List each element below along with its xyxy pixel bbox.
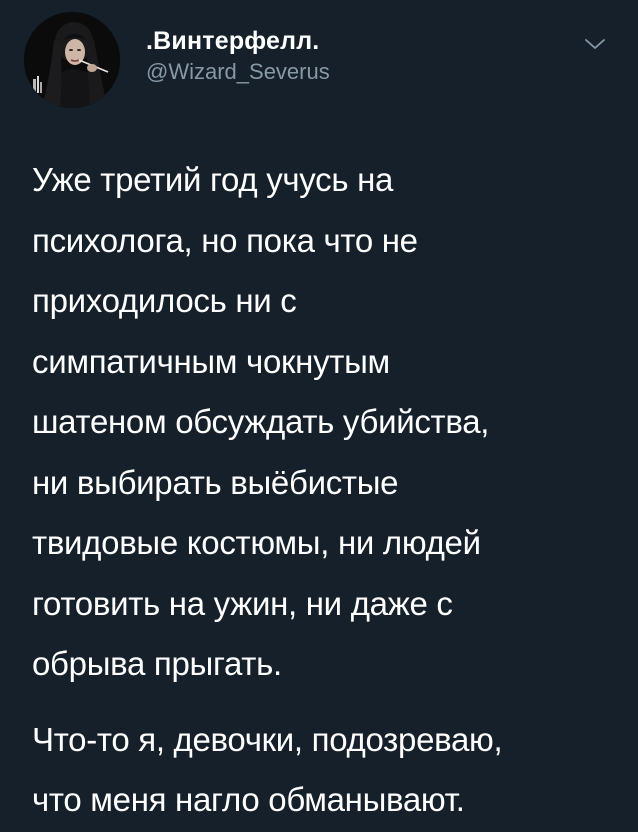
tweet-line: твидовые костюмы, ни людей [32, 524, 481, 561]
tweet-line: что меня нагло обманывают. [32, 781, 465, 818]
tweet-line: психолога, но пока что не [32, 221, 418, 259]
tweet-line: обрыва прыгать. [32, 645, 282, 682]
tweet-line: ни выбирать выёбистые [32, 463, 399, 501]
tweet-text: Уже третий год учусь на психолога, но по… [32, 150, 622, 831]
author-info: .Винтерфелл. @Wizard_Severus [146, 26, 330, 86]
tweet-line: Что-то я, девочки, подозреваю, [32, 720, 503, 758]
tweet-paragraph-2: Что-то я, девочки, подозреваю, что меня … [32, 710, 622, 831]
avatar[interactable] [24, 12, 120, 108]
tweet-line: приходилось ни с [32, 282, 297, 319]
tweet-line: симпатичным чокнутым [32, 342, 390, 380]
tweet: .Винтерфелл. @Wizard_Severus Уже третий … [0, 0, 638, 832]
user-handle[interactable]: @Wizard_Severus [146, 58, 330, 86]
tweet-line: шатеном обсуждать убийства, [32, 403, 490, 440]
profile-photo-icon [24, 12, 120, 108]
tweet-line: готовить на ужин, ни даже с [32, 584, 453, 622]
display-name[interactable]: .Винтерфелл. [146, 26, 330, 56]
tweet-paragraph-1: Уже третий год учусь на психолога, но по… [32, 150, 622, 695]
tweet-line: Уже третий год учусь на [32, 161, 394, 198]
chevron-down-icon[interactable] [581, 34, 609, 54]
